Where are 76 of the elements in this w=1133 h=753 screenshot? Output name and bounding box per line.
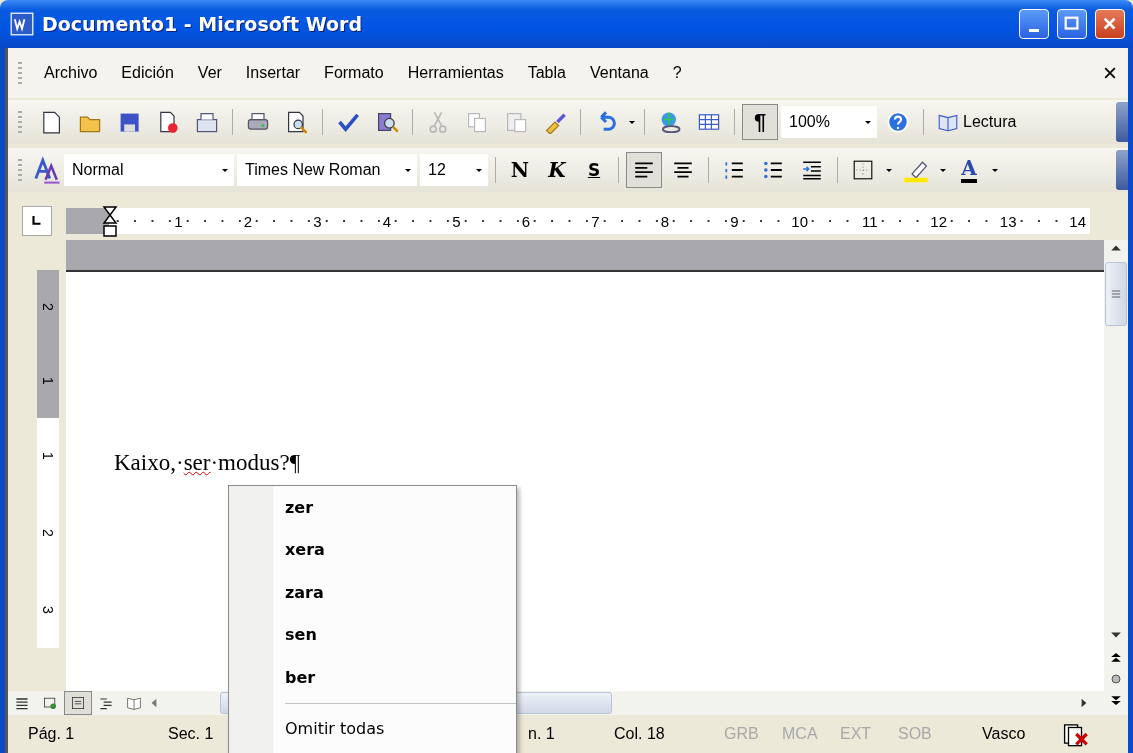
view-button[interactable] <box>64 691 92 715</box>
font-color-button[interactable]: A <box>951 152 987 188</box>
status-field: Col. 18 <box>600 725 710 743</box>
style-combo[interactable]: Normal <box>64 154 234 186</box>
scissors-icon <box>426 110 450 134</box>
underline-button[interactable]: S <box>577 153 611 187</box>
books-magnifier-icon <box>375 110 399 134</box>
suggestion-item[interactable]: zara <box>229 571 516 614</box>
toolbar-overflow-button[interactable] <box>1116 150 1128 190</box>
clipboard-icon <box>504 110 528 134</box>
document-text: Kaixo,·ser·modus?¶ <box>114 450 302 476</box>
page-view-icon <box>70 695 86 711</box>
spelling-status-icon[interactable] <box>1062 721 1088 747</box>
indent-icon <box>801 159 823 181</box>
toolbar-overflow-button[interactable] <box>1116 102 1128 142</box>
menu-item[interactable]: Insertar <box>235 60 311 86</box>
menu-item[interactable]: ? <box>662 60 692 86</box>
maximize-button[interactable] <box>1057 9 1087 39</box>
maximize-icon <box>1063 15 1081 33</box>
font-combo[interactable]: Times New Roman <box>237 154 417 186</box>
word-app-icon <box>10 12 34 36</box>
reading-layout-button[interactable]: Lectura <box>931 104 1023 140</box>
minimize-button[interactable] <box>1019 9 1049 39</box>
styles-icon[interactable] <box>33 156 61 184</box>
grip-icon <box>1110 288 1122 300</box>
suggestion-item[interactable]: zer <box>229 486 516 529</box>
menu-item[interactable]: Archivo <box>34 60 108 86</box>
window-title: Documento1 - Microsoft Word <box>42 13 364 35</box>
italic-button[interactable]: K <box>540 153 574 187</box>
book-icon <box>126 695 142 711</box>
close-document-icon[interactable] <box>1102 65 1118 81</box>
menu-item[interactable]: Tabla <box>517 60 576 86</box>
ruler-margin <box>66 208 109 234</box>
show-formatting-button[interactable]: ¶ <box>742 104 778 140</box>
ruler-number: 3 <box>40 605 56 614</box>
close-button[interactable] <box>1095 9 1125 39</box>
suggestion-item[interactable]: xera <box>229 528 516 571</box>
menu-item[interactable]: Edición <box>111 60 184 86</box>
border-square-icon <box>852 159 874 181</box>
suggestion-item[interactable]: ber <box>229 656 516 699</box>
tab-selector[interactable] <box>22 206 52 236</box>
page-magnifier-icon <box>285 110 309 134</box>
browse-object-icon[interactable] <box>1108 671 1124 687</box>
minimize-icon <box>1029 28 1039 32</box>
menu-item[interactable]: Ver <box>187 60 232 86</box>
bold-button[interactable]: N <box>503 153 537 187</box>
vertical-scrollbar[interactable] <box>1104 240 1128 715</box>
copy-pages-icon <box>465 110 489 134</box>
envelope-icon <box>195 110 219 134</box>
ruler-number: 1 <box>40 377 56 385</box>
zoom-combo[interactable]: 100% <box>781 106 877 138</box>
scrollbar-thumb[interactable] <box>1105 262 1127 326</box>
ruler-number: 2 <box>40 529 56 537</box>
outline-view-icon <box>98 695 114 711</box>
status-indicator: SOB <box>897 725 933 743</box>
normal-view-icon <box>14 695 30 711</box>
menu-item[interactable]: Ventana <box>579 60 659 86</box>
menu-item[interactable]: Herramientas <box>397 60 514 86</box>
indent-marker-icon[interactable] <box>102 206 118 238</box>
status-indicator: EXT <box>839 725 873 743</box>
language-status: Vasco <box>981 725 1027 743</box>
ruler-number: 1 <box>40 452 56 461</box>
question-mark-circle-icon <box>886 110 910 134</box>
tab-stop-icon <box>30 214 44 228</box>
bulleted-list-icon <box>762 159 784 181</box>
font-size-combo[interactable]: 12 <box>420 154 488 186</box>
ruler-number: 2 <box>40 303 56 311</box>
status-field: n. 1 <box>514 725 600 743</box>
menu-item[interactable]: Formato <box>314 60 394 86</box>
status-field: Pág. 1 <box>14 725 154 743</box>
status-indicator: GRB <box>723 725 760 743</box>
status-indicator: MCA <box>781 725 819 743</box>
web-view-icon <box>42 695 58 711</box>
align-left-button[interactable] <box>626 152 662 188</box>
suggestion-item[interactable]: sen <box>229 613 516 656</box>
numbered-list-icon <box>723 159 745 181</box>
